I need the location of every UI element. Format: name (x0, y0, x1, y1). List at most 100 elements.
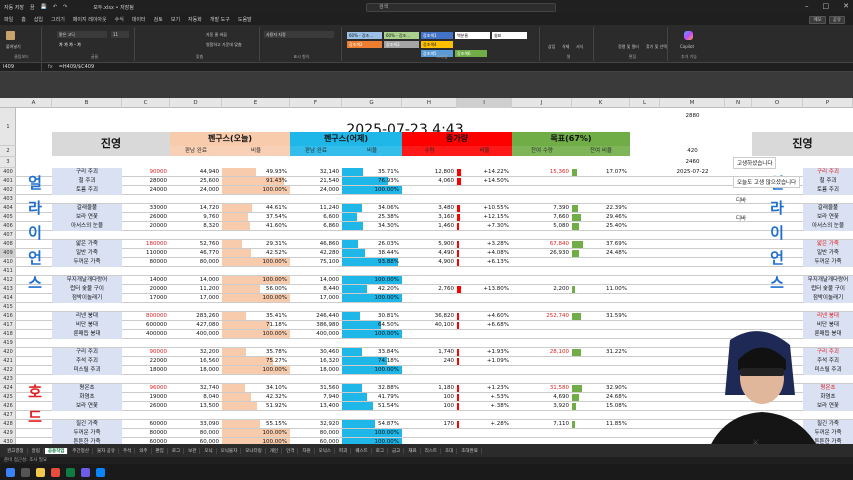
column-header-A[interactable]: A (16, 98, 52, 108)
column-header-G[interactable]: G (342, 98, 402, 108)
menu-item-5[interactable]: 수식 (115, 16, 124, 23)
sheet-tab[interactable]: 퀘스트 (352, 447, 372, 454)
font-size-select[interactable]: 11 (111, 31, 129, 38)
search-input[interactable]: 검색 (366, 3, 556, 12)
fx-icon[interactable]: fx (42, 64, 59, 70)
menu-item-10[interactable]: 개발 도구 (210, 16, 230, 23)
formula-input[interactable]: =H409/$C409 (59, 64, 94, 70)
sheet-tab[interactable]: 파괴 (336, 447, 352, 454)
row-header[interactable]: 421 (0, 357, 16, 366)
row-header[interactable]: 3 (0, 157, 16, 168)
sheet-tab[interactable]: 권고결정 (4, 447, 28, 454)
sheet-tab[interactable]: 로그 (373, 447, 389, 454)
excel-icon[interactable] (66, 467, 75, 477)
style-accent60a[interactable]: 60% - 강조... (347, 32, 382, 39)
column-header-H[interactable]: H (402, 98, 457, 108)
row-header[interactable]: 400 (0, 168, 16, 177)
paste-icon[interactable] (6, 31, 15, 40)
sheet-tab[interactable]: 알림 (29, 447, 44, 454)
number-format-select[interactable]: 사용자 지정 (264, 31, 334, 38)
maximize-icon[interactable]: □ (823, 2, 830, 10)
style-accent1[interactable]: 강조색1 (421, 32, 453, 39)
sheet-tab[interactable]: 재료 (405, 447, 421, 454)
row-header[interactable]: 422 (0, 366, 16, 375)
sheet-tab[interactable]: 물자 공유 (94, 447, 119, 454)
row-header[interactable]: 403 (0, 195, 16, 204)
row-header[interactable]: 402 (0, 186, 16, 195)
row-header[interactable]: 401 (0, 177, 16, 186)
row-header[interactable]: 413 (0, 285, 16, 294)
sheet-tab[interactable]: 공용작업 (44, 447, 69, 454)
name-box[interactable]: I409 (0, 63, 42, 71)
row-header[interactable]: 423 (0, 375, 16, 384)
share-button[interactable]: 공유 (828, 16, 845, 24)
row-header[interactable]: 425 (0, 393, 16, 402)
sheet-tab[interactable]: 리스트 (422, 447, 442, 454)
row-header[interactable]: 416 (0, 312, 16, 321)
column-header-J[interactable]: J (512, 98, 572, 108)
sheet-tab[interactable]: 인격 (283, 447, 299, 454)
start-icon[interactable] (6, 467, 15, 477)
comments-button[interactable]: 메모 (809, 16, 826, 24)
discord-icon[interactable] (81, 467, 90, 477)
style-accent2[interactable]: 강조색2 (347, 41, 382, 48)
row-header[interactable]: 2 (0, 146, 16, 157)
paste-button[interactable]: 붙여넣기 (4, 43, 21, 50)
sheet-tab[interactable]: 의주 (136, 447, 152, 454)
app-icon[interactable] (51, 467, 60, 477)
sheet-tab[interactable]: 모니터링 (242, 447, 266, 454)
menu-item-7[interactable]: 검토 (154, 16, 163, 23)
row-header[interactable]: 414 (0, 294, 16, 303)
autosave-label[interactable]: 자동 저장 (4, 4, 24, 11)
menu-item-8[interactable]: 보기 (171, 16, 180, 23)
close-icon[interactable]: ✕ (843, 2, 849, 10)
search-icon[interactable] (21, 467, 30, 477)
column-header-K[interactable]: K (572, 98, 630, 108)
sheet-tab[interactable]: 주간정산 (69, 447, 93, 454)
menu-item-2[interactable]: 삽입 (34, 16, 43, 23)
row-header[interactable]: 417 (0, 321, 16, 330)
column-header-L[interactable]: L (630, 98, 660, 108)
style-percent[interactable]: 백분율 (455, 32, 490, 39)
bold-button[interactable]: 가 가 가 · 가 (57, 41, 81, 48)
row-header[interactable]: 429 (0, 429, 16, 438)
row-header[interactable]: 407 (0, 231, 16, 240)
menu-item-6[interactable]: 데이터 (132, 16, 146, 23)
row-header[interactable]: 418 (0, 330, 16, 339)
menu-item-3[interactable]: 그리기 (51, 16, 65, 23)
column-header-I[interactable]: I (457, 98, 512, 108)
save-icon[interactable]: 💾 (41, 4, 47, 10)
column-header-O[interactable]: O (752, 98, 803, 108)
browser-icon[interactable] (96, 467, 105, 477)
column-header-P[interactable]: P (803, 98, 853, 108)
row-header[interactable]: 412 (0, 276, 16, 285)
sheet-tab[interactable]: 초대완료 (458, 447, 482, 454)
minimize-icon[interactable]: – (805, 2, 809, 10)
row-header[interactable]: 410 (0, 258, 16, 267)
row-header[interactable]: 420 (0, 348, 16, 357)
column-header-M[interactable]: M (660, 98, 725, 108)
menu-item-4[interactable]: 페이지 레이아웃 (73, 16, 107, 23)
delete-button[interactable]: 삭제 (560, 43, 569, 50)
menu-item-9[interactable]: 자동화 (188, 16, 202, 23)
row-header[interactable]: 406 (0, 222, 16, 231)
undo-icon[interactable]: ↶ (53, 4, 57, 10)
style-comma[interactable]: 쉼표 (492, 32, 527, 39)
row-header[interactable]: 409 (0, 249, 16, 258)
format-button[interactable]: 서식 (574, 43, 583, 50)
menu-item-0[interactable]: 파일 (4, 16, 13, 23)
row-header[interactable]: 405 (0, 213, 16, 222)
sheet-tab[interactable]: 개인 (267, 447, 283, 454)
column-header-B[interactable]: B (52, 98, 122, 108)
sheet-tab[interactable]: 오닉물자 (218, 447, 242, 454)
column-header-C[interactable]: C (122, 98, 170, 108)
wrap-text-button[interactable]: 자동 줄 바꿈 (204, 31, 227, 38)
redo-icon[interactable]: ↷ (63, 4, 67, 10)
style-accent4[interactable]: 강조색4 (421, 41, 453, 48)
row-header[interactable]: 424 (0, 384, 16, 393)
row-header[interactable]: 419 (0, 339, 16, 348)
copilot-button[interactable]: Copilot (678, 43, 694, 50)
column-header-D[interactable]: D (170, 98, 222, 108)
sort-filter-button[interactable]: 정렬 및 필터 (616, 43, 644, 50)
row-header[interactable]: 408 (0, 240, 16, 249)
